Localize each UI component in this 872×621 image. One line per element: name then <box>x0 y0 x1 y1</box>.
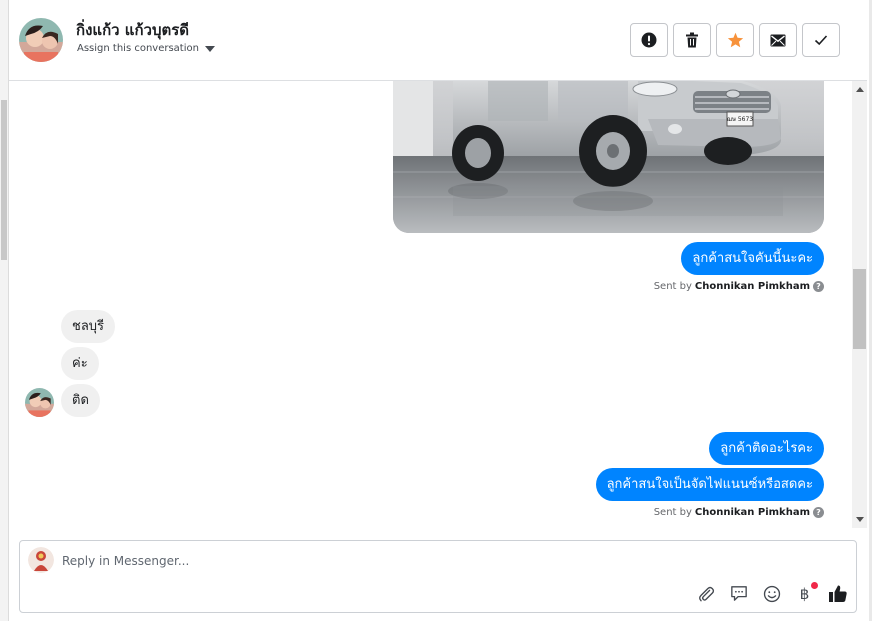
message-thread[interactable]: ฌษ 5673 ลูกค้าสนใจคันนี้นะคะ Sent by Cho… <box>9 81 852 528</box>
sender-name[interactable]: Chonnikan Pimkham <box>695 281 810 292</box>
help-icon[interactable]: ? <box>813 507 824 518</box>
mark-unread-button[interactable] <box>759 23 797 57</box>
conversation-header: กิ่งแก้ว แก้วบุตรดี Assign this conversa… <box>9 0 867 81</box>
emoji-button[interactable] <box>761 583 782 604</box>
help-icon[interactable]: ? <box>813 281 824 292</box>
scroll-down-arrow-icon[interactable] <box>856 517 864 522</box>
incoming-message[interactable]: ค่ะ <box>61 347 99 380</box>
exclamation-circle-icon <box>641 32 657 48</box>
incoming-message[interactable]: ชลบุรี <box>61 310 116 343</box>
sent-by-prefix: Sent by <box>653 281 692 292</box>
mark-done-button[interactable] <box>802 23 840 57</box>
spam-button[interactable] <box>630 23 668 57</box>
sent-by-prefix: Sent by <box>653 507 692 518</box>
attachment-icon <box>698 586 714 601</box>
scroll-up-arrow-icon[interactable] <box>856 87 864 92</box>
like-button[interactable] <box>827 583 848 604</box>
thread-scrollbar-thumb[interactable] <box>853 269 866 349</box>
delete-button[interactable] <box>673 23 711 57</box>
star-button[interactable] <box>716 23 754 57</box>
outgoing-message[interactable]: ลูกค้าติดอะไรคะ <box>709 432 824 465</box>
contact-avatar-small[interactable] <box>25 388 54 417</box>
page-avatar <box>28 547 54 573</box>
assign-conversation-dropdown[interactable]: Assign this conversation <box>77 43 215 54</box>
header-actions <box>630 23 840 57</box>
caret-down-icon <box>204 45 215 52</box>
shared-photo-pickup-truck[interactable]: ฌษ 5673 <box>393 81 824 233</box>
incoming-message[interactable]: ติด <box>61 384 100 417</box>
saved-reply-icon <box>730 586 747 601</box>
reply-input[interactable] <box>62 550 622 572</box>
contact-avatar[interactable] <box>19 18 63 62</box>
left-scrollbar-thumb[interactable] <box>1 100 7 260</box>
check-icon <box>814 35 828 46</box>
envelope-icon <box>770 34 786 46</box>
assign-label: Assign this conversation <box>77 43 199 54</box>
attachment-button[interactable] <box>695 583 716 604</box>
reply-composer: ฿ <box>19 540 857 613</box>
left-scrollbar[interactable] <box>0 0 9 621</box>
trash-icon <box>686 32 698 48</box>
emoji-icon <box>763 585 780 602</box>
like-icon <box>828 585 847 602</box>
payment-icon: ฿ <box>799 584 810 603</box>
outgoing-message[interactable]: ลูกค้าสนใจเป็นจัดไฟแนนซ์หรือสดคะ <box>595 468 824 501</box>
saved-replies-button[interactable] <box>728 583 749 604</box>
composer-tools: ฿ <box>695 582 848 604</box>
messenger-conversation-panel: กิ่งแก้ว แก้วบุตรดี Assign this conversa… <box>0 0 872 621</box>
payment-button[interactable]: ฿ <box>794 582 818 604</box>
contact-name[interactable]: กิ่งแก้ว แก้วบุตรดี <box>76 18 189 42</box>
thread-scrollbar[interactable] <box>852 81 867 528</box>
sent-by-label: Sent by Chonnikan Pimkham ? <box>654 281 824 292</box>
notification-dot <box>811 582 818 589</box>
sender-name[interactable]: Chonnikan Pimkham <box>695 507 810 518</box>
outgoing-message[interactable]: ลูกค้าสนใจคันนี้นะคะ <box>681 242 824 275</box>
plate-text: ฌษ 5673 <box>727 116 753 123</box>
star-icon <box>727 32 743 48</box>
sent-by-label: Sent by Chonnikan Pimkham ? <box>654 507 824 518</box>
